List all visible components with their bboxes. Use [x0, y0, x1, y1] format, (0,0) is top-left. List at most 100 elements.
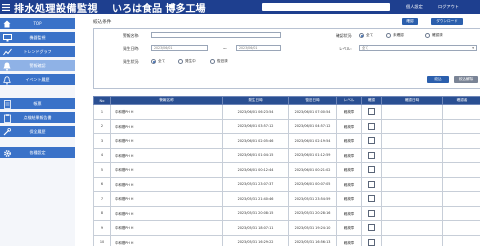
sidebar-item-event-history[interactable]: イベント履歴: [0, 74, 75, 86]
table-row[interactable]: 8 中和槽PH H 2023/05/31 20:08:15 2023/05/31 20…: [93, 205, 480, 221]
cell-no: 4: [93, 147, 111, 163]
column-header-name[interactable]: 警報名称: [110, 96, 223, 105]
cell-confirmer: [442, 191, 480, 207]
column-header-occurred[interactable]: 発生日時: [222, 96, 289, 105]
cell-no: 6: [93, 176, 111, 192]
cell-confirmer: [442, 118, 480, 134]
cell-confirm-time: [381, 205, 443, 221]
confirm-checkbox[interactable]: [368, 151, 375, 159]
cell-level: 軽故障: [336, 220, 362, 236]
cell-level: 軽故障: [336, 205, 362, 221]
date-label: 発生日時:: [123, 46, 140, 51]
filter-button[interactable]: 絞込: [427, 76, 449, 83]
cell-occurred: 2023/06/01 03:57:12: [222, 118, 289, 134]
cell-occurred: 2023/05/31 20:08:15: [222, 205, 289, 221]
table-row[interactable]: 4 中和槽PH H 2023/06/01 01:04:15 2023/06/01 01…: [93, 147, 480, 163]
download-button[interactable]: ダウンロード: [431, 18, 463, 25]
cell-alarm-name: 中和槽PH H: [110, 176, 223, 192]
table-row[interactable]: 9 中和槽PH H 2023/05/31 18:07:11 2023/05/31 19…: [93, 220, 480, 236]
sidebar-item-top[interactable]: TOP: [0, 18, 75, 30]
sidebar-item-label: イベント履歴: [25, 76, 50, 82]
table-row[interactable]: 1 中和槽PH H 2023/06/01 06:23:54 2023/06/01 07…: [93, 104, 480, 120]
confirm-checkbox[interactable]: [368, 209, 375, 217]
table-row[interactable]: 3 中和槽PH H 2023/06/01 02:05:46 2023/06/01 02…: [93, 133, 480, 149]
confirm-checkbox[interactable]: [368, 180, 375, 188]
cell-no: 1: [93, 104, 111, 120]
confirm-all-radio[interactable]: [359, 33, 364, 38]
cell-recovered: 2023/06/01 00:07:05: [288, 176, 337, 192]
table-row[interactable]: 7 中和槽PH H 2023/05/31 21:40:46 2023/05/31 23…: [93, 191, 480, 207]
cell-recovered: 2023/05/31 23:54:59: [288, 191, 337, 207]
cell-occurred: 2023/05/31 18:07:11: [222, 220, 289, 236]
column-header-level[interactable]: レベル: [336, 96, 362, 105]
header-search-input[interactable]: [262, 3, 390, 11]
cell-occurred: 2023/06/01 01:04:15: [222, 147, 289, 163]
cell-confirm: [361, 118, 382, 134]
confirm-checkbox[interactable]: [368, 224, 375, 232]
radio-label: 復旧済: [217, 59, 228, 63]
confirm-checkbox[interactable]: [368, 238, 375, 246]
confirm-checkbox[interactable]: [368, 108, 375, 116]
status-active-radio[interactable]: [178, 59, 183, 64]
table-row[interactable]: 10 中和槽PH H 2023/05/31 16:29:22 2023/05/31 1…: [93, 234, 480, 246]
sidebar: TOP 機器監視 トレンドグラフ 警報確認 イベント履歴 帳票 点検結果報告書 …: [0, 14, 75, 246]
cell-confirmer: [442, 220, 480, 236]
cell-confirm: [361, 133, 382, 149]
table-row[interactable]: 2 中和槽PH H 2023/06/01 03:57:12 2023/06/01 04…: [93, 118, 480, 134]
confirm-checkbox[interactable]: [368, 166, 375, 174]
cell-confirm: [361, 191, 382, 207]
cell-level: 軽故障: [336, 191, 362, 207]
sidebar-item-equipment-monitor[interactable]: 機器監視: [0, 32, 75, 44]
date-to-input[interactable]: 2023/06/01: [236, 45, 281, 51]
confirm-checkbox[interactable]: [368, 195, 375, 203]
sidebar-item-maintenance-history[interactable]: 保全履歴: [0, 126, 75, 138]
cell-alarm-name: 中和槽PH H: [110, 147, 223, 163]
status-recovered-radio[interactable]: [210, 59, 215, 64]
sidebar-item-label: 保全履歴: [29, 128, 46, 134]
status-all-radio[interactable]: [151, 59, 156, 64]
cell-confirm: [361, 234, 382, 246]
table-row[interactable]: 5 中和槽PH H 2023/06/01 00:12:44 2023/06/01 00…: [93, 162, 480, 178]
confirm-confirmed-radio[interactable]: [425, 33, 430, 38]
column-header-confirm-time[interactable]: 確認日時: [381, 96, 443, 105]
confirm-unconfirmed-radio[interactable]: [386, 33, 391, 38]
cell-recovered: 2023/06/01 00:21:02: [288, 162, 337, 178]
sidebar-item-inspection-report[interactable]: 点検結果報告書: [0, 112, 75, 124]
radio-label: 全て: [158, 59, 166, 63]
cell-confirm: [361, 205, 382, 221]
sidebar-item-label: 点検結果報告書: [23, 114, 52, 120]
cell-no: 9: [93, 220, 111, 236]
status-label: 発生状況:: [123, 59, 140, 64]
date-from-input[interactable]: 2023/06/01: [151, 45, 208, 51]
confirm-checkbox[interactable]: [368, 122, 375, 130]
cell-level: 軽故障: [336, 147, 362, 163]
sidebar-item-label: 各種設定: [29, 149, 46, 155]
sidebar-item-label: 警報確認: [29, 62, 46, 68]
alarm-name-label: 警報名称:: [123, 33, 140, 38]
cell-occurred: 2023/06/01 00:12:44: [222, 162, 289, 178]
column-header-no[interactable]: No: [93, 96, 111, 105]
level-select[interactable]: 全て ▾: [359, 45, 477, 51]
hamburger-icon[interactable]: [0, 0, 12, 14]
sidebar-item-trend-graph[interactable]: トレンドグラフ: [0, 46, 75, 58]
sidebar-item-reports[interactable]: 帳票: [0, 98, 75, 110]
logout-link[interactable]: ログアウト: [438, 4, 459, 10]
confirm-button[interactable]: 確認: [402, 18, 418, 25]
table-row[interactable]: 6 中和槽PH H 2023/05/31 23:07:37 2023/06/01 00…: [93, 176, 480, 192]
column-header-confirm[interactable]: 確認: [361, 96, 382, 105]
cell-recovered: 2023/05/31 16:56:13: [288, 234, 337, 246]
cell-confirm-time: [381, 118, 443, 134]
cell-level: 軽故障: [336, 162, 362, 178]
column-header-confirmer[interactable]: 確認者: [442, 96, 480, 105]
alarm-name-input[interactable]: [151, 32, 281, 38]
personal-settings-link[interactable]: 個人設定: [406, 4, 423, 10]
sidebar-item-settings[interactable]: 各種設定: [0, 147, 75, 159]
cell-alarm-name: 中和槽PH H: [110, 220, 223, 236]
cell-alarm-name: 中和槽PH H: [110, 162, 223, 178]
sidebar-item-alarm-check[interactable]: 警報確認: [0, 60, 75, 72]
clear-filter-button[interactable]: 絞込解除: [454, 76, 478, 83]
radio-label: 全て: [366, 33, 374, 37]
column-header-recovered[interactable]: 復旧日時: [288, 96, 337, 105]
confirm-checkbox[interactable]: [368, 137, 375, 145]
cell-level: 軽故障: [336, 118, 362, 134]
